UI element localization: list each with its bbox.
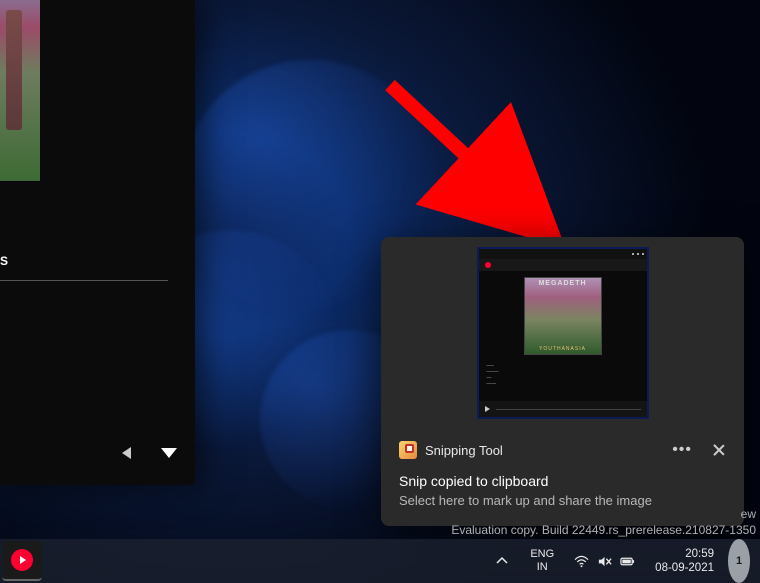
thumbnail-album-art: MEGADETH YOUTHANASIA (524, 277, 602, 355)
language-top: ENG (530, 548, 554, 561)
taskbar: ENG IN 20:59 08-09- (0, 539, 760, 583)
taskbar-app-youtube-music[interactable] (2, 541, 42, 581)
clock[interactable]: 20:59 08-09-2021 (645, 539, 724, 583)
clock-time: 20:59 (655, 547, 714, 561)
notification-count: 1 (736, 555, 742, 567)
thumbnail-album-title: YOUTHANASIA (525, 346, 601, 352)
notification-title: Snip copied to clipboard (399, 473, 726, 489)
notification-app-name: Snipping Tool (425, 443, 664, 458)
more-icon[interactable]: ••• (672, 442, 692, 458)
battery-icon (620, 554, 635, 569)
watermark-line2: Evaluation copy. Build 22449.rs_prerelea… (451, 522, 756, 538)
wifi-icon (574, 554, 589, 569)
player-controls (0, 421, 195, 485)
language-indicator[interactable]: ENG IN (520, 539, 564, 583)
expand-down-icon[interactable] (161, 448, 177, 458)
chevron-up-icon (496, 555, 508, 567)
tray-overflow-button[interactable] (484, 539, 520, 583)
notification-center-badge[interactable]: 1 (728, 539, 750, 583)
previous-icon[interactable] (122, 447, 131, 459)
watermark-line1: ew (451, 506, 756, 522)
system-tray: ENG IN 20:59 08-09- (484, 539, 760, 583)
snip-thumbnail[interactable]: MEGADETH YOUTHANASIA ━━━━━━━━━━━━━━ (477, 247, 649, 419)
clock-date: 08-09-2021 (655, 561, 714, 575)
media-player-window: S (0, 0, 195, 485)
quick-settings[interactable] (564, 539, 645, 583)
youtube-music-icon (11, 549, 33, 571)
thumbnail-band-name: MEGADETH (525, 280, 601, 287)
windows-watermark: ew Evaluation copy. Build 22449.rs_prere… (451, 506, 756, 538)
snip-notification[interactable]: MEGADETH YOUTHANASIA ━━━━━━━━━━━━━━ Snip… (381, 237, 744, 526)
section-header-letter: S (0, 254, 168, 281)
volume-muted-icon (597, 554, 612, 569)
close-icon[interactable] (712, 443, 726, 457)
language-bottom: IN (530, 561, 554, 574)
snipping-tool-icon (399, 441, 417, 459)
